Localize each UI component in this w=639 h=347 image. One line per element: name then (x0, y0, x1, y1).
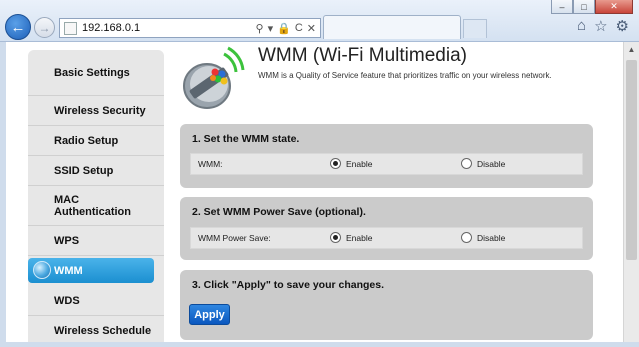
router-page: Basic Settings Wireless Security Radio S… (6, 42, 623, 347)
radio-label: Enable (346, 232, 373, 243)
radio-unselected-icon[interactable] (461, 232, 472, 243)
wmm-state-row: WMM: Enable Disable (190, 153, 583, 175)
sidebar-item-label: MAC Authentication (54, 193, 131, 218)
section-title: 1. Set the WMM state. (192, 133, 300, 145)
close-window-button[interactable]: ✕ (595, 0, 633, 14)
wmm-power-save-label: WMM Power Save: (198, 233, 271, 243)
wmm-cables-icon (183, 46, 245, 109)
vertical-scrollbar[interactable]: ▲ (623, 42, 639, 342)
home-icon[interactable]: ⌂ (577, 17, 586, 35)
radio-label: Disable (477, 232, 506, 243)
wmm-state-section: 1. Set the WMM state. WMM: Enable Disabl… (180, 124, 593, 188)
apply-section: 3. Click "Apply" to save your changes. A… (180, 270, 593, 340)
power-save-disable-radio[interactable]: Disable (461, 232, 505, 243)
sidebar-item-wds[interactable]: WDS (28, 286, 164, 316)
page-subtitle: WMM is a Quality of Service feature that… (258, 71, 552, 80)
sidebar-item-basic-settings[interactable]: Basic Settings (28, 50, 164, 96)
maximize-button[interactable]: □ (573, 0, 595, 14)
sidebar-item-label: Wireless Schedule (54, 325, 152, 337)
sidebar-item-label: Wireless Security (54, 104, 146, 117)
wmm-label: WMM: (198, 159, 223, 169)
sidebar-item-wireless-security[interactable]: Wireless Security (28, 96, 164, 126)
radio-label: Disable (477, 158, 506, 169)
browser-toolbar: – □ ✕ ← → 192.168.0.1 ⚲ ▾ 🔒 C ✕ ⌂ ☆ ⚙ (0, 0, 639, 42)
wmm-power-save-section: 2. Set WMM Power Save (optional). WMM Po… (180, 197, 593, 260)
sidebar-item-label: Radio Setup (54, 134, 119, 147)
window-frame-bottom (0, 342, 639, 347)
stop-icon[interactable]: ✕ (307, 22, 316, 35)
sidebar-item-label: WMM (54, 264, 83, 277)
wmm-disable-radio[interactable]: Disable (461, 158, 505, 169)
new-tab-button[interactable] (463, 19, 487, 38)
wmm-enable-radio[interactable]: Enable (330, 158, 372, 169)
sidebar-item-label: SSID Setup (54, 164, 114, 177)
browser-tab[interactable] (323, 15, 461, 39)
section-title: 2. Set WMM Power Save (optional). (192, 206, 366, 218)
page-icon (64, 21, 77, 35)
sidebar-item-mac-authentication[interactable]: MAC Authentication (28, 186, 164, 226)
sidebar-item-ssid-setup[interactable]: SSID Setup (28, 156, 164, 186)
radio-selected-icon[interactable] (330, 158, 341, 169)
radio-selected-icon[interactable] (330, 232, 341, 243)
gear-icon[interactable]: ⚙ (616, 17, 629, 35)
sidebar-item-label: WPS (54, 234, 80, 247)
scroll-thumb[interactable] (626, 60, 637, 260)
lock-icon: 🔒 (277, 22, 291, 35)
forward-arrow-icon[interactable]: → (34, 17, 55, 38)
globe-icon (33, 261, 51, 279)
window-controls: – □ ✕ (551, 0, 633, 14)
radio-unselected-icon[interactable] (461, 158, 472, 169)
section-title: 3. Click "Apply" to save your changes. (192, 279, 385, 291)
apply-button[interactable]: Apply (189, 304, 230, 325)
address-url[interactable]: 192.168.0.1 (82, 22, 252, 34)
sidebar-item-wmm[interactable]: WMM (28, 258, 154, 283)
power-save-enable-radio[interactable]: Enable (330, 232, 372, 243)
sidebar-item-label: Basic Settings (54, 66, 130, 79)
radio-label: Enable (346, 158, 373, 169)
dropdown-icon[interactable]: ▾ (268, 22, 274, 35)
page-title: WMM (Wi-Fi Multimedia) (258, 45, 467, 66)
wmm-power-save-row: WMM Power Save: Enable Disable (190, 227, 583, 249)
refresh-icon[interactable]: C (295, 22, 303, 34)
minimize-button[interactable]: – (551, 0, 573, 14)
back-arrow-icon[interactable]: ← (5, 14, 31, 40)
sidebar-menu: Basic Settings Wireless Security Radio S… (28, 50, 164, 347)
browser-tools: ⌂ ☆ ⚙ (577, 17, 629, 35)
address-bar[interactable]: 192.168.0.1 ⚲ ▾ 🔒 C ✕ (59, 18, 321, 38)
sidebar-item-radio-setup[interactable]: Radio Setup (28, 126, 164, 156)
search-icon[interactable]: ⚲ (256, 22, 264, 35)
sidebar-item-wps[interactable]: WPS (28, 226, 164, 256)
scroll-up-icon[interactable]: ▲ (624, 42, 639, 58)
favorites-star-icon[interactable]: ☆ (594, 17, 607, 35)
sidebar-item-label: WDS (54, 294, 80, 307)
